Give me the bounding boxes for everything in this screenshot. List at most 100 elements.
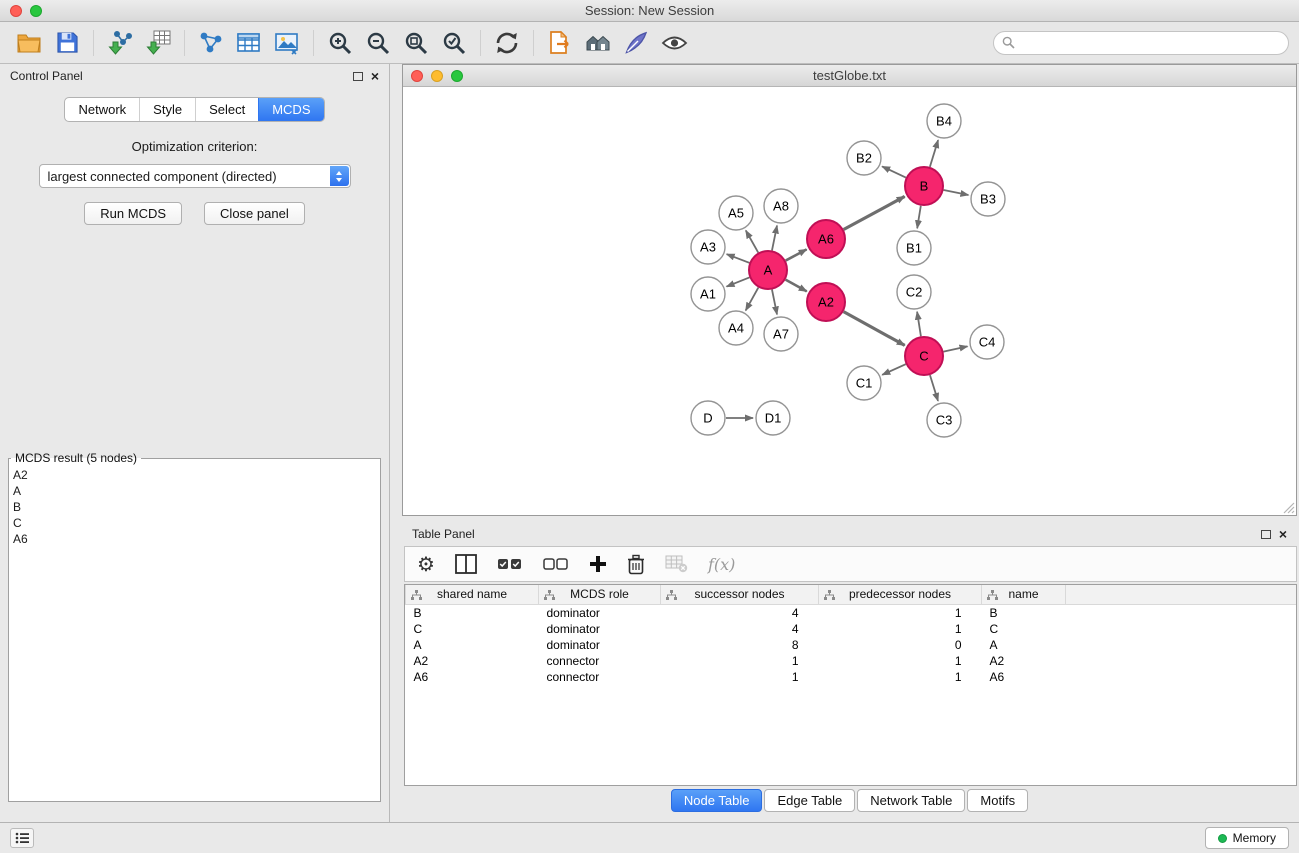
graph-node-B4[interactable]: B4	[927, 104, 961, 138]
houses-icon[interactable]	[579, 25, 617, 61]
graph-edge-A-A4[interactable]	[746, 288, 759, 311]
graph-node-A3[interactable]: A3	[691, 230, 725, 264]
export-document-icon[interactable]	[541, 25, 579, 61]
tab-network-table[interactable]: Network Table	[857, 789, 965, 812]
table-row[interactable]: Adominator80A	[406, 637, 1297, 653]
graph-edge-B-B2[interactable]	[882, 166, 906, 177]
result-item[interactable]: A6	[9, 531, 380, 547]
gear-icon[interactable]: ⚙	[417, 552, 435, 577]
import-network-file-icon[interactable]	[101, 25, 139, 61]
memory-button[interactable]: Memory	[1205, 827, 1289, 849]
zoom-in-icon[interactable]	[321, 25, 359, 61]
network-canvas[interactable]: A A6 A2 B C A1 A3 A4 A5 A7 A8 B1 B2 B3 B4 C1 C2 C3 C4 D D1	[403, 87, 1296, 515]
add-column-icon[interactable]	[589, 555, 607, 573]
result-item[interactable]: B	[9, 499, 380, 515]
open-folder-icon[interactable]	[10, 25, 48, 61]
table-row[interactable]: Cdominator41C	[406, 621, 1297, 637]
graph-node-D[interactable]: D	[691, 401, 725, 435]
apply-layout-icon[interactable]	[488, 25, 526, 61]
tab-select[interactable]: Select	[195, 98, 258, 121]
export-image-icon[interactable]	[268, 25, 306, 61]
result-item[interactable]: A	[9, 483, 380, 499]
graph-node-C[interactable]: C	[905, 337, 943, 375]
graph-edge-A6-B[interactable]	[844, 196, 905, 229]
eye-icon[interactable]	[655, 25, 693, 61]
result-item[interactable]: A2	[9, 467, 380, 483]
graph-node-A7[interactable]: A7	[764, 317, 798, 351]
graph-node-A[interactable]: A	[749, 251, 787, 289]
close-panel-icon[interactable]: ×	[371, 69, 379, 83]
graph-edge-A-A1[interactable]	[727, 277, 750, 286]
graph-edge-B-B1[interactable]	[917, 206, 921, 229]
task-history-button[interactable]	[10, 828, 34, 848]
delete-table-icon[interactable]	[665, 555, 688, 573]
import-table-file-icon[interactable]	[139, 25, 177, 61]
zoom-out-icon[interactable]	[359, 25, 397, 61]
tab-network[interactable]: Network	[65, 98, 139, 121]
column-header-predecessor-nodes[interactable]: predecessor nodes	[819, 585, 982, 604]
graph-edge-A-A8[interactable]	[772, 226, 777, 251]
graph-node-B1[interactable]: B1	[897, 231, 931, 265]
graph-node-A2[interactable]: A2	[807, 283, 845, 321]
tab-node-table[interactable]: Node Table	[671, 789, 763, 812]
graph-edge-A2-C[interactable]	[844, 312, 905, 346]
graph-node-C1[interactable]: C1	[847, 366, 881, 400]
run-mcds-button[interactable]: Run MCDS	[84, 202, 182, 225]
save-session-icon[interactable]	[48, 25, 86, 61]
result-item[interactable]: C	[9, 515, 380, 531]
graph-node-A4[interactable]: A4	[719, 311, 753, 345]
float-table-panel-icon[interactable]	[1261, 530, 1271, 539]
tab-edge-table[interactable]: Edge Table	[764, 789, 855, 812]
graph-edge-C-C3[interactable]	[930, 375, 938, 401]
tab-style[interactable]: Style	[139, 98, 195, 121]
column-header-MCDS-role[interactable]: MCDS role	[539, 585, 661, 604]
tab-motifs[interactable]: Motifs	[967, 789, 1028, 812]
delete-column-icon[interactable]	[627, 554, 645, 575]
function-builder-icon[interactable]: f(x)	[708, 555, 735, 574]
close-panel-button[interactable]: Close panel	[204, 202, 305, 225]
graph-node-D1[interactable]: D1	[756, 401, 790, 435]
graph-edge-A-A3[interactable]	[727, 254, 750, 263]
split-panel-icon[interactable]	[455, 554, 477, 574]
graph-edge-C-C4[interactable]	[944, 346, 968, 351]
new-table-icon[interactable]	[230, 25, 268, 61]
graph-node-B2[interactable]: B2	[847, 141, 881, 175]
float-panel-icon[interactable]	[353, 72, 363, 81]
graph-edge-A-A5[interactable]	[746, 230, 758, 252]
graph-edge-C-C1[interactable]	[882, 364, 906, 375]
graph-edge-A-A7[interactable]	[772, 290, 777, 315]
graph-edge-B-B3[interactable]	[944, 190, 969, 195]
column-header-successor-nodes[interactable]: successor nodes	[661, 585, 819, 604]
column-header-name[interactable]: name	[982, 585, 1066, 604]
table-row[interactable]: A6connector11A6	[406, 669, 1297, 685]
search-box[interactable]	[993, 31, 1289, 55]
graph-edge-C-C2[interactable]	[917, 312, 921, 336]
zoom-fit-icon[interactable]	[397, 25, 435, 61]
svg-text:A4: A4	[728, 321, 744, 336]
resize-grip-icon[interactable]	[1283, 502, 1295, 514]
graph-edge-A-A6[interactable]	[786, 249, 807, 260]
graph-node-A8[interactable]: A8	[764, 189, 798, 223]
table-row[interactable]: Bdominator41B	[406, 604, 1297, 621]
search-input[interactable]	[1021, 36, 1280, 50]
select-all-icon[interactable]	[497, 557, 523, 571]
graph-node-C3[interactable]: C3	[927, 403, 961, 437]
graph-node-B3[interactable]: B3	[971, 182, 1005, 216]
zoom-selected-icon[interactable]	[435, 25, 473, 61]
graph-node-C2[interactable]: C2	[897, 275, 931, 309]
table-row[interactable]: A2connector11A2	[406, 653, 1297, 669]
new-network-icon[interactable]	[192, 25, 230, 61]
column-header-shared-name[interactable]: shared name	[406, 585, 539, 604]
deselect-all-icon[interactable]	[543, 557, 569, 571]
paintbrush-icon[interactable]	[617, 25, 655, 61]
graph-node-A5[interactable]: A5	[719, 196, 753, 230]
tab-mcds[interactable]: MCDS	[258, 98, 323, 121]
criterion-dropdown[interactable]: largest connected component (directed)	[39, 164, 351, 188]
graph-node-A6[interactable]: A6	[807, 220, 845, 258]
graph-edge-B-B4[interactable]	[930, 140, 938, 167]
graph-node-B[interactable]: B	[905, 167, 943, 205]
graph-node-A1[interactable]: A1	[691, 277, 725, 311]
close-table-panel-icon[interactable]: ×	[1279, 527, 1287, 541]
graph-edge-A-A2[interactable]	[786, 280, 807, 292]
graph-node-C4[interactable]: C4	[970, 325, 1004, 359]
